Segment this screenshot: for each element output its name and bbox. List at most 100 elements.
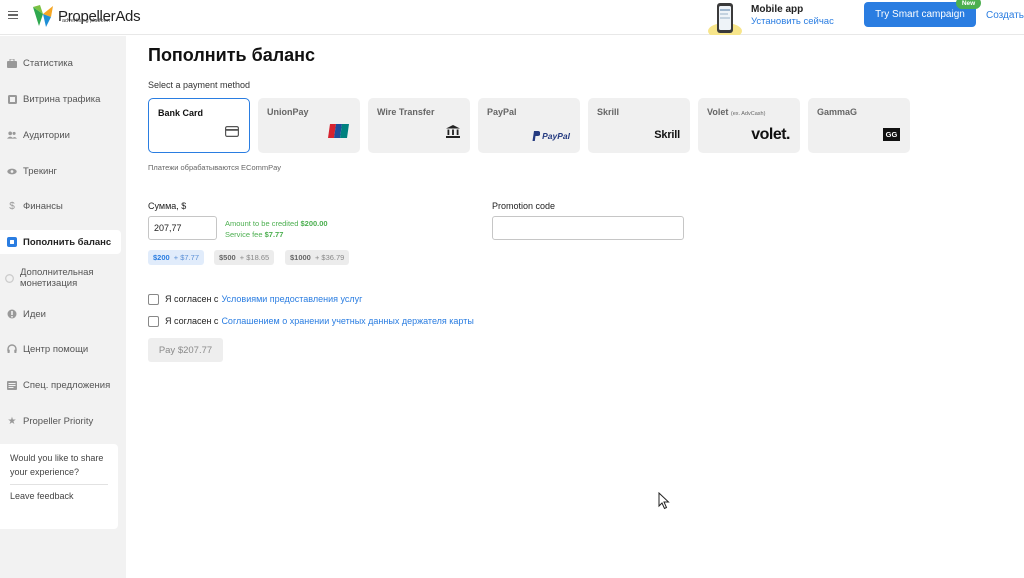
terms-of-service-link[interactable]: Условиями предоставления услуг [221, 294, 362, 304]
promo-code-input[interactable] [492, 216, 684, 240]
top-header: PropellerAds advertising platform Mobile… [0, 0, 1024, 39]
payment-method-name-text: Volet [707, 107, 729, 117]
main-content: Пополнить баланс Select a payment method… [126, 36, 1024, 578]
eye-icon [7, 166, 17, 176]
create-link[interactable]: Создать [986, 10, 1024, 21]
payment-method-name: Volet (ex. AdvCash) [707, 107, 765, 117]
preset-fee: + $7.77 [173, 253, 200, 262]
amount-input[interactable]: 207,77 [148, 216, 217, 240]
dollar-icon: $ [9, 200, 15, 212]
star-icon: ★ [7, 415, 17, 427]
sidebar-item-label: Аудитории [23, 129, 70, 141]
menu-icon[interactable] [8, 11, 18, 20]
payment-method-name: Bank Card [158, 108, 204, 118]
headset-icon [7, 344, 17, 354]
sidebar-item-label: Спец. предложения [23, 379, 111, 391]
card-icon [225, 126, 240, 140]
preset-amount: $500 [219, 253, 236, 262]
sidebar-item-label: Витрина трафика [23, 93, 101, 105]
sidebar-item-label: Статистика [23, 57, 73, 69]
propellerads-logo[interactable]: PropellerAds [30, 2, 141, 30]
payment-processor-note: Платежи обрабатываются ECommPay [148, 163, 282, 172]
payment-method-name: GammaG [817, 107, 858, 117]
gammag-logo: GG [883, 128, 900, 141]
monetization-icon [5, 273, 14, 283]
payment-method-paypal[interactable]: PayPal PayPal [478, 98, 580, 153]
payment-method-label: Select a payment method [148, 80, 251, 90]
preset-fee: + $18.65 [239, 253, 270, 262]
fee-label: Service fee [225, 230, 263, 239]
paypal-logo: PayPal [532, 131, 570, 141]
agree-terms-checkbox[interactable] [148, 293, 159, 305]
preset-amount: $1000 [290, 253, 311, 262]
leave-feedback-link[interactable]: Leave feedback [10, 491, 108, 501]
agree-terms-row: Я согласен с Условиями предоставления ус… [148, 293, 362, 305]
logo-subtitle: advertising platform [62, 18, 110, 24]
payment-method-gammag[interactable]: GammaG GG [808, 98, 910, 153]
payment-method-volet[interactable]: Volet (ex. AdvCash) volet. [698, 98, 800, 153]
lightbulb-icon [7, 309, 17, 319]
sidebar-item-tracking[interactable]: Трекинг [0, 159, 121, 183]
sidebar-item-special-offers[interactable]: Спец. предложения [0, 373, 121, 397]
payment-method-unionpay[interactable]: UnionPay [258, 98, 360, 153]
credited-value: $200.00 [300, 219, 328, 228]
paypal-logo-text: PayPal [542, 131, 570, 141]
phone-icon [707, 1, 743, 39]
payment-method-name-small: (ex. AdvCash) [730, 111, 766, 117]
sidebar: Статистика Витрина трафика Аудитории Тре… [0, 36, 126, 578]
divider [10, 484, 108, 485]
sidebar-item-statistics[interactable]: Статистика [0, 51, 121, 75]
feedback-card: Would you like to share your experience?… [0, 444, 118, 529]
sidebar-item-audiences[interactable]: Аудитории [0, 123, 121, 147]
payment-method-wire-transfer[interactable]: Wire Transfer [368, 98, 470, 153]
unionpay-logo [328, 124, 350, 141]
amount-label: Сумма, $ [148, 201, 187, 211]
sidebar-item-label: Дополнительная монетизация [20, 267, 94, 289]
preset-amount-chip[interactable]: $500 + $18.65 [214, 250, 275, 265]
fee-value: $7.77 [264, 230, 284, 239]
wallet-icon [7, 237, 17, 247]
payment-method-skrill[interactable]: Skrill Skrill [588, 98, 690, 153]
mobile-app-promo[interactable]: Mobile app Установить сейчас [707, 1, 834, 39]
sidebar-item-traffic-showcase[interactable]: Витрина трафика [0, 87, 121, 111]
payment-method-bank-card[interactable]: Bank Card [148, 98, 250, 153]
sidebar-item-top-up-balance[interactable]: Пополнить баланс [0, 230, 121, 254]
install-now-link[interactable]: Установить сейчас [751, 16, 834, 28]
promo-code-label: Promotion code [492, 201, 556, 211]
sidebar-item-finances[interactable]: $ Финансы [0, 194, 121, 218]
pay-button[interactable]: Pay $207.77 [148, 338, 223, 362]
payment-method-name: UnionPay [267, 107, 309, 117]
payment-method-name: Wire Transfer [377, 107, 435, 117]
preset-amount: $200 [153, 253, 170, 262]
bank-icon [446, 125, 460, 141]
sidebar-item-help-center[interactable]: Центр помощи [0, 337, 121, 361]
credit-info: Amount to be credited $200.00 Service fe… [225, 218, 328, 240]
offers-icon [7, 380, 17, 390]
showcase-icon [7, 94, 17, 104]
sidebar-item-ideas[interactable]: Идеи [0, 302, 121, 326]
page-title: Пополнить баланс [148, 45, 316, 65]
credited-label: Amount to be credited [225, 219, 299, 228]
sidebar-item-propeller-priority[interactable]: ★ Propeller Priority [0, 409, 121, 433]
sidebar-item-label: Финансы [23, 200, 63, 212]
mouse-cursor-icon [658, 492, 670, 510]
sidebar-item-label: Пополнить баланс [23, 236, 112, 248]
volet-logo: volet. [751, 126, 790, 143]
feedback-prompt: Would you like to share your experience? [10, 453, 104, 477]
payment-method-name: PayPal [487, 107, 517, 117]
sidebar-item-additional-monetization[interactable]: Дополнительная монетизация [0, 263, 121, 293]
skrill-logo: Skrill [654, 129, 680, 141]
payment-method-name: Skrill [597, 107, 620, 117]
sidebar-item-label: Центр помощи [23, 343, 89, 355]
agree-prefix: Я согласен с [165, 316, 219, 326]
agree-card-storage-checkbox[interactable] [148, 315, 159, 327]
audience-icon [7, 130, 17, 140]
preset-amount-chip[interactable]: $200 + $7.77 [148, 250, 205, 265]
preset-amount-chip[interactable]: $1000 + $36.79 [285, 250, 350, 265]
new-badge: New [956, 0, 981, 9]
logo-mark-icon [33, 5, 53, 27]
agree-card-storage-row: Я согласен с Соглашением о хранении учет… [148, 315, 474, 327]
preset-fee: + $36.79 [314, 253, 345, 262]
sidebar-item-label: Идеи [23, 308, 46, 320]
card-storage-agreement-link[interactable]: Соглашением о хранении учетных данных де… [221, 316, 473, 326]
